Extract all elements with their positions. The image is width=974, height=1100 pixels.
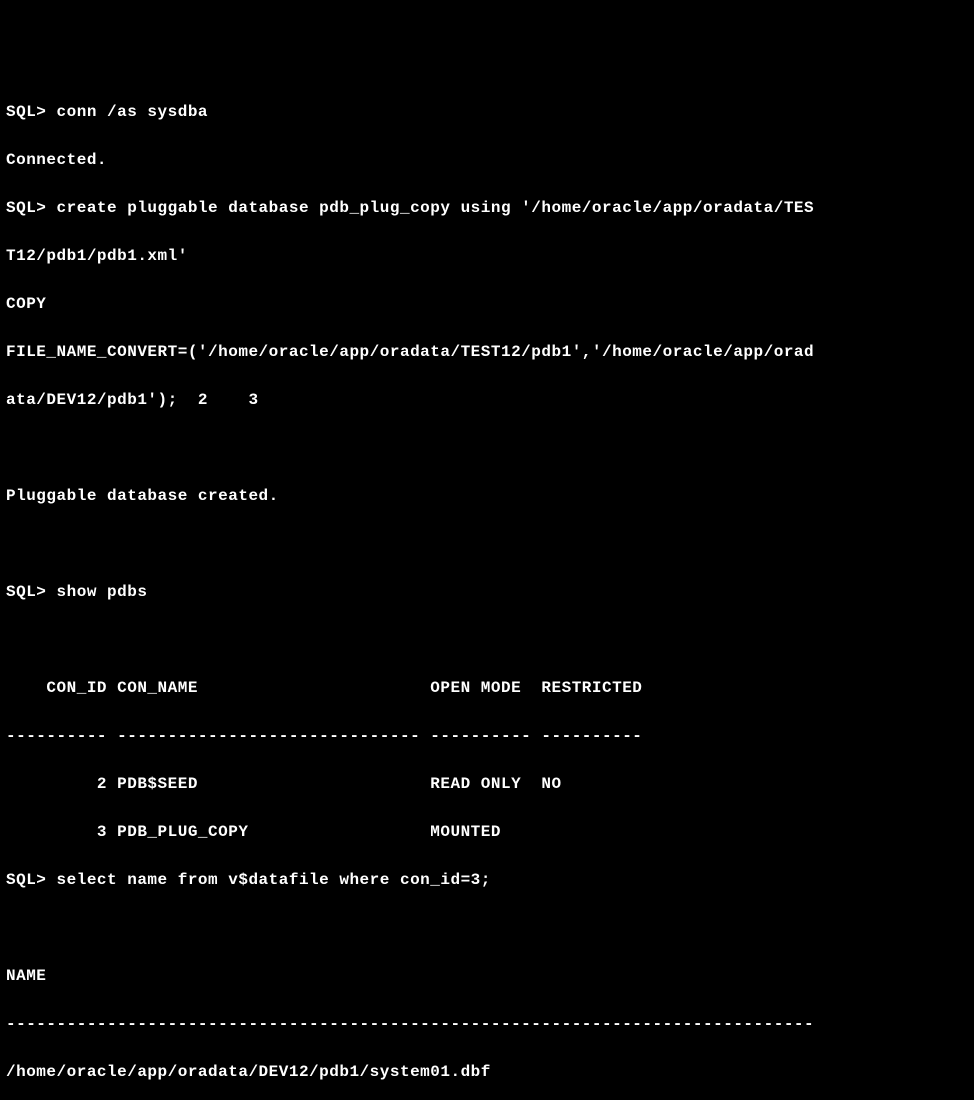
terminal-line-prompt-conn: SQL> conn /as sysdba <box>6 100 968 124</box>
terminal-line-show-pdbs: SQL> show pdbs <box>6 580 968 604</box>
terminal-line-blank-2 <box>6 532 968 556</box>
terminal-line-connected: Connected. <box>6 148 968 172</box>
terminal-line-header-sep: ---------- -----------------------------… <box>6 724 968 748</box>
terminal-line-copy: COPY <box>6 292 968 316</box>
terminal-line-header: CON_ID CON_NAME OPEN MODE RESTRICTED <box>6 676 968 700</box>
terminal-line-row-plug: 3 PDB_PLUG_COPY MOUNTED <box>6 820 968 844</box>
terminal-line-blank-3 <box>6 628 968 652</box>
terminal-line-create-pdb-2: T12/pdb1/pdb1.xml' <box>6 244 968 268</box>
terminal-line-blank-1 <box>6 436 968 460</box>
terminal-line-name-sep: ----------------------------------------… <box>6 1012 968 1036</box>
terminal-line-row-seed: 2 PDB$SEED READ ONLY NO <box>6 772 968 796</box>
terminal-line-datafile-1: /home/oracle/app/oradata/DEV12/pdb1/syst… <box>6 1060 968 1084</box>
terminal-line-create-pdb-1: SQL> create pluggable database pdb_plug_… <box>6 196 968 220</box>
terminal-line-blank-4 <box>6 916 968 940</box>
terminal-line-name-header: NAME <box>6 964 968 988</box>
terminal-line-convert-1: FILE_NAME_CONVERT=('/home/oracle/app/ora… <box>6 340 968 364</box>
terminal-line-created: Pluggable database created. <box>6 484 968 508</box>
terminal-line-convert-2: ata/DEV12/pdb1'); 2 3 <box>6 388 968 412</box>
terminal-line-select: SQL> select name from v$datafile where c… <box>6 868 968 892</box>
